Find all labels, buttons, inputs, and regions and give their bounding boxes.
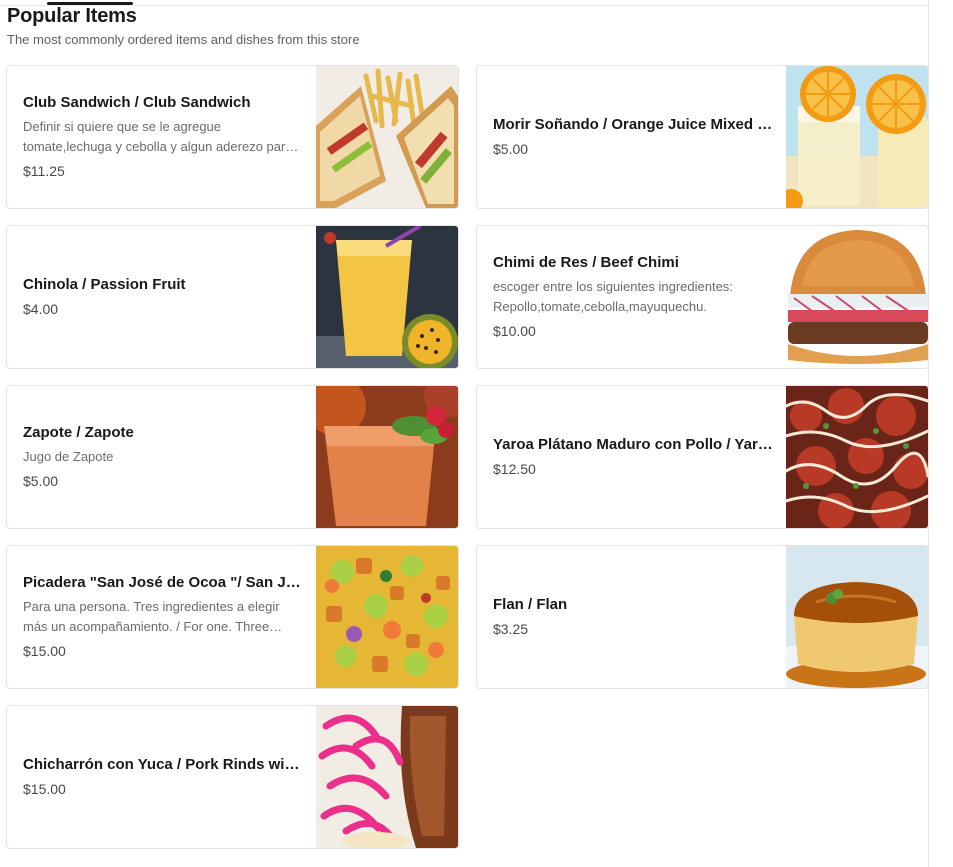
section-header: Popular Items The most commonly ordered … bbox=[7, 4, 360, 48]
item-name: Chimi de Res / Beef Chimi bbox=[493, 254, 679, 271]
item-price: $5.00 bbox=[23, 473, 59, 489]
item-name: Yaroa Plátano Maduro con Pollo / Yaroa S… bbox=[493, 436, 773, 453]
item-info: Chicharrón con Yuca / Pork Rinds with Yu… bbox=[23, 706, 303, 848]
section-title: Popular Items bbox=[7, 5, 137, 27]
item-info: Picadera "San José de Ocoa "/ San José d… bbox=[23, 546, 303, 688]
item-name: Club Sandwich / Club Sandwich bbox=[23, 94, 251, 111]
menu-item-card[interactable]: Morir Soñando / Orange Juice Mixed with … bbox=[476, 65, 929, 209]
item-price: $11.25 bbox=[23, 163, 65, 179]
item-price: $12.50 bbox=[493, 461, 536, 477]
item-name: Picadera "San José de Ocoa "/ San José d… bbox=[23, 574, 303, 591]
yaroa-photo bbox=[786, 386, 928, 528]
item-name: Chicharrón con Yuca / Pork Rinds with Yu… bbox=[23, 756, 303, 773]
item-info: Zapote / Zapote Jugo de Zapote $5.00 bbox=[23, 386, 303, 528]
item-price: $4.00 bbox=[23, 301, 59, 317]
club-sandwich-photo bbox=[316, 66, 458, 208]
orange-juice-photo bbox=[786, 66, 928, 208]
item-description: Definir si quiere que se le agregue toma… bbox=[23, 119, 293, 154]
item-info: Morir Soñando / Orange Juice Mixed with … bbox=[493, 66, 773, 208]
item-info: Club Sandwich / Club Sandwich Definir si… bbox=[23, 66, 303, 208]
item-price: $10.00 bbox=[493, 323, 536, 339]
menu-item-card[interactable]: Flan / Flan $3.25 bbox=[476, 545, 929, 689]
item-info: Chimi de Res / Beef Chimi escoger entre … bbox=[493, 226, 773, 368]
item-info: Chinola / Passion Fruit $4.00 bbox=[23, 226, 303, 368]
chicharron-photo bbox=[316, 706, 458, 848]
menu-item-card[interactable]: Picadera "San José de Ocoa "/ San José d… bbox=[6, 545, 459, 689]
flan-photo bbox=[786, 546, 928, 688]
item-info: Yaroa Plátano Maduro con Pollo / Yaroa S… bbox=[493, 386, 773, 528]
item-name: Chinola / Passion Fruit bbox=[23, 276, 186, 293]
passion-fruit-juice-photo bbox=[316, 226, 458, 368]
item-name: Morir Soñando / Orange Juice Mixed with … bbox=[493, 116, 773, 133]
menu-item-card[interactable]: Yaroa Plátano Maduro con Pollo / Yaroa S… bbox=[476, 385, 929, 529]
section-subtitle: The most commonly ordered items and dish… bbox=[7, 32, 360, 47]
item-description: escoger entre los siguientes ingrediente… bbox=[493, 279, 733, 314]
menu-item-card[interactable]: Chinola / Passion Fruit $4.00 bbox=[6, 225, 459, 369]
menu-item-card[interactable]: Zapote / Zapote Jugo de Zapote $5.00 bbox=[6, 385, 459, 529]
zapote-smoothie-photo bbox=[316, 386, 458, 528]
item-price: $3.25 bbox=[493, 621, 529, 637]
item-price: $5.00 bbox=[493, 141, 529, 157]
item-info: Flan / Flan $3.25 bbox=[493, 546, 773, 688]
item-price: $15.00 bbox=[23, 781, 66, 797]
beef-chimi-photo bbox=[786, 226, 928, 368]
menu-item-card[interactable]: Chicharrón con Yuca / Pork Rinds with Yu… bbox=[6, 705, 459, 849]
item-description: Jugo de Zapote bbox=[23, 449, 114, 464]
picadera-platter-photo bbox=[316, 546, 458, 688]
menu-item-card[interactable]: Club Sandwich / Club Sandwich Definir si… bbox=[6, 65, 459, 209]
item-description: Para una persona. Tres ingredientes a el… bbox=[23, 599, 280, 634]
item-name: Flan / Flan bbox=[493, 596, 568, 613]
item-name: Zapote / Zapote bbox=[23, 424, 134, 441]
item-price: $15.00 bbox=[23, 643, 66, 659]
menu-item-card[interactable]: Chimi de Res / Beef Chimi escoger entre … bbox=[476, 225, 929, 369]
